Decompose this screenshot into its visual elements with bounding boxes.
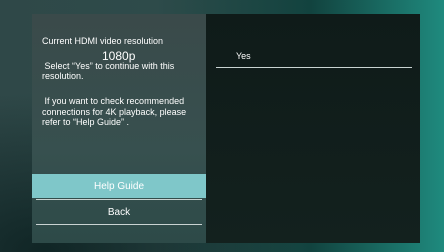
yes-option[interactable]: Yes <box>236 51 251 61</box>
current-resolution-label: Current HDMI video resolution <box>42 36 164 46</box>
divider <box>36 224 202 225</box>
back-button[interactable]: Back <box>32 200 206 224</box>
option-underline <box>216 67 412 68</box>
resolution-dialog: Current HDMI video resolution 1080p Sele… <box>32 14 420 243</box>
yes-option-label: Yes <box>236 51 251 61</box>
help-guide-button[interactable]: Help Guide <box>32 174 206 198</box>
instruction-text: Select “Yes” to continue with this resol… <box>42 61 202 81</box>
info-panel: Current HDMI video resolution 1080p Sele… <box>32 14 206 243</box>
help-text: If you want to check recommended connect… <box>42 96 202 128</box>
help-guide-button-label: Help Guide <box>93 180 145 192</box>
help-text-content: If you want to check recommended connect… <box>42 96 187 127</box>
options-panel: Yes <box>206 14 420 243</box>
back-button-label: Back <box>107 206 131 218</box>
instruction-text-content: Select “Yes” to continue with this resol… <box>42 61 175 81</box>
